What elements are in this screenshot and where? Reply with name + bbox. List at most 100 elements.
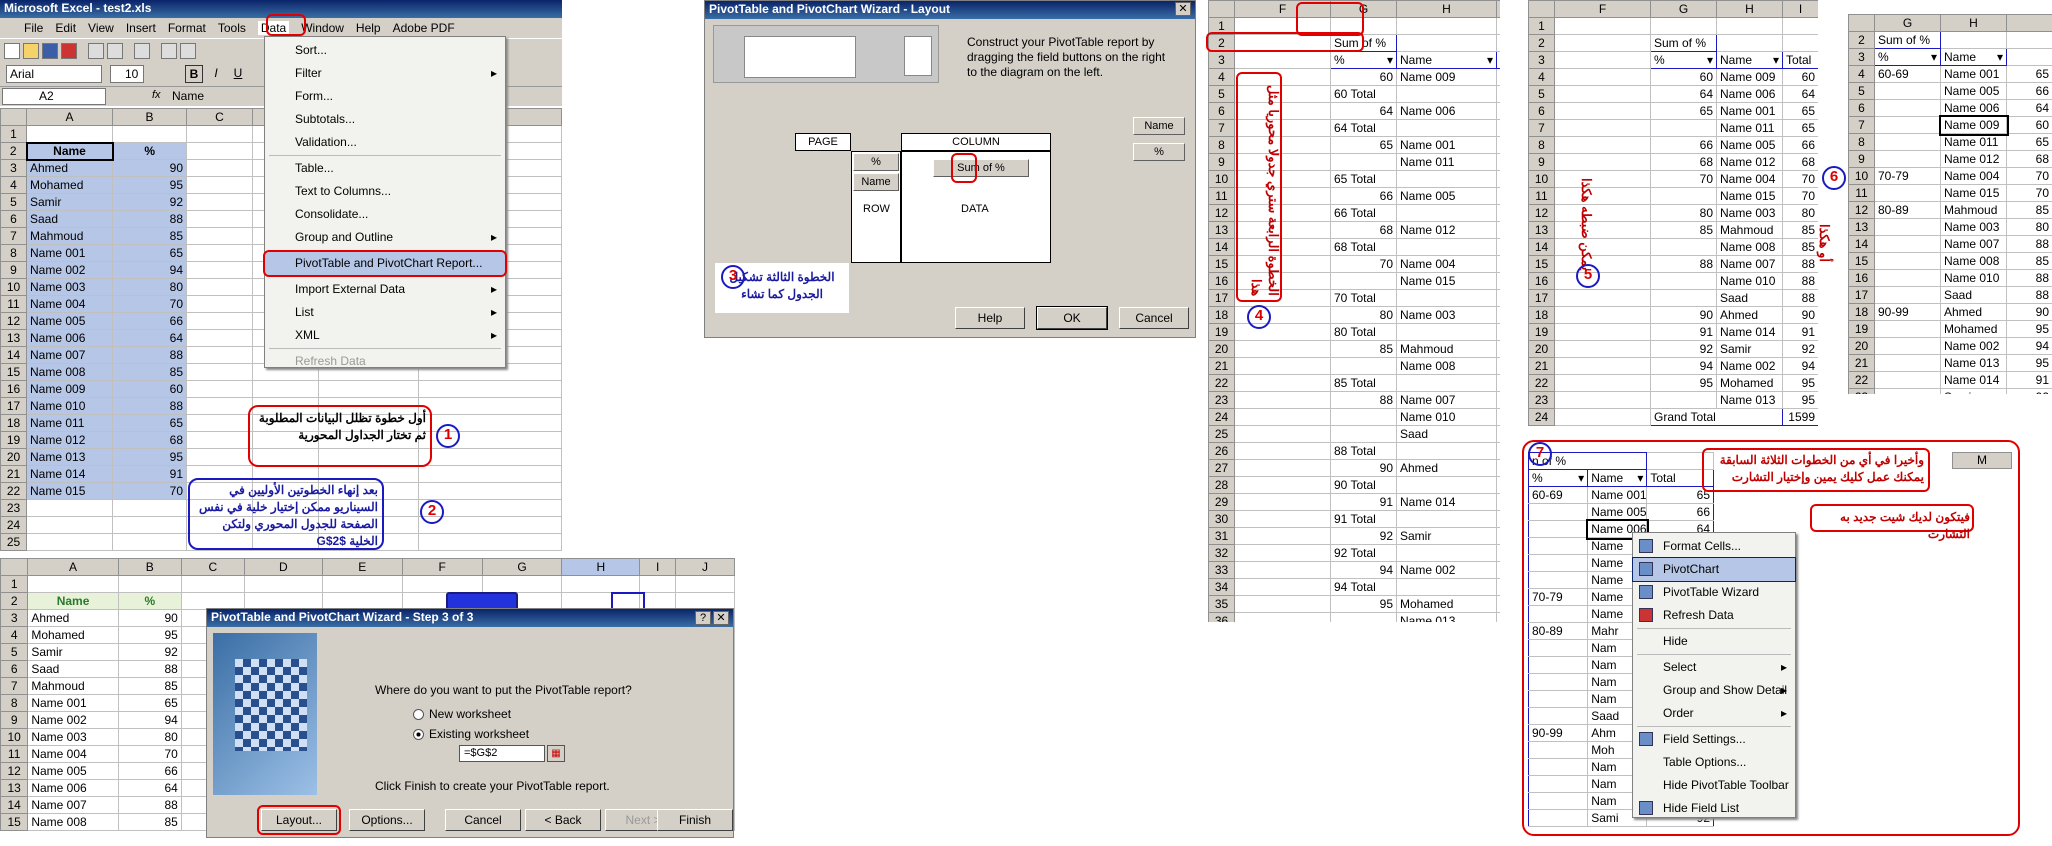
cell[interactable]	[1528, 758, 1589, 776]
back-button[interactable]: < Back	[525, 809, 601, 831]
cell[interactable]	[186, 159, 253, 177]
cell[interactable]	[1396, 323, 1497, 341]
pivot-field-pct[interactable]: % ▾	[1874, 48, 1941, 66]
cell[interactable]: 66 Total	[1330, 204, 1397, 222]
cell[interactable]: Name 004	[26, 295, 113, 313]
cell[interactable]	[1396, 544, 1497, 562]
row-header[interactable]: 5	[0, 643, 29, 661]
cell[interactable]	[1554, 323, 1651, 341]
col-header[interactable]: E	[321, 558, 403, 576]
cell[interactable]: 88	[1782, 272, 1818, 290]
row-header[interactable]: 6	[0, 210, 27, 228]
cell[interactable]: Name 006	[1396, 102, 1497, 120]
cell[interactable]: 80	[1330, 306, 1397, 324]
cell[interactable]: 70 Total	[1330, 289, 1397, 307]
cell[interactable]: Ahmed	[1940, 303, 2007, 321]
context-menu-item[interactable]: Field Settings...	[1633, 728, 1795, 751]
cell[interactable]	[1528, 520, 1589, 538]
underline-button[interactable]: U	[229, 65, 247, 83]
cell[interactable]: 70	[1782, 170, 1818, 188]
row-header[interactable]: 14	[1848, 235, 1875, 253]
row-header[interactable]: 25	[1208, 425, 1235, 443]
col-header[interactable]: B	[112, 108, 187, 126]
cell[interactable]: Samir	[26, 193, 113, 211]
cell[interactable]	[481, 575, 563, 593]
cell[interactable]: Mahmoud	[26, 227, 113, 245]
row-header[interactable]: 10	[0, 728, 29, 746]
cell[interactable]	[26, 516, 113, 534]
context-menu-item[interactable]: Hide Field List	[1633, 797, 1795, 820]
cell[interactable]: Name 005	[27, 762, 119, 780]
cell[interactable]: 92	[1782, 340, 1818, 358]
cell[interactable]: 68	[1496, 238, 1500, 256]
row-header[interactable]: 20	[1528, 340, 1555, 358]
cell[interactable]	[26, 499, 113, 517]
cut-icon[interactable]	[161, 43, 177, 59]
cell[interactable]: 65	[1782, 102, 1818, 120]
cell[interactable]	[1874, 388, 1941, 394]
cell[interactable]: 94	[1496, 561, 1500, 579]
cell[interactable]: 65	[1496, 153, 1500, 171]
cell[interactable]: Mohamed	[1396, 595, 1497, 613]
cell[interactable]: 65	[1330, 136, 1397, 154]
data-menu-item[interactable]: PivotTable and PivotChart Report...	[263, 250, 507, 277]
col-header[interactable]: H	[1716, 0, 1783, 18]
cell[interactable]: 91	[1330, 493, 1397, 511]
cell[interactable]	[1396, 119, 1497, 137]
row-header[interactable]: 16	[1528, 272, 1555, 290]
row-header[interactable]: 13	[1848, 218, 1875, 236]
cell[interactable]: 95	[1650, 374, 1717, 392]
page-area[interactable]: PAGE	[795, 133, 851, 151]
cell[interactable]: 68 Total	[1330, 238, 1397, 256]
cell[interactable]: Ahmed	[26, 159, 113, 177]
cell[interactable]	[243, 592, 323, 610]
cell[interactable]	[1940, 31, 2007, 49]
row-header[interactable]: 5	[1528, 85, 1555, 103]
dropdown-icon[interactable]: ▾	[1931, 50, 1937, 64]
row-header[interactable]: 7	[0, 677, 29, 695]
cell[interactable]: 70	[1496, 255, 1500, 273]
cell[interactable]: %	[117, 592, 182, 610]
cell[interactable]: Name 008	[1716, 238, 1783, 256]
cell[interactable]: Name 007	[1396, 391, 1497, 409]
cell[interactable]: 95	[1496, 612, 1500, 622]
cell[interactable]: 95	[112, 448, 187, 466]
cell[interactable]: 95	[1782, 374, 1818, 392]
cell[interactable]	[1650, 391, 1717, 409]
cell[interactable]: 88	[2006, 286, 2052, 304]
cell[interactable]: 68	[112, 431, 187, 449]
row-header[interactable]: 11	[1848, 184, 1875, 202]
cell[interactable]	[1554, 391, 1651, 409]
cell[interactable]: Name	[25, 141, 114, 161]
row-header[interactable]: 24	[1208, 408, 1235, 426]
row-header[interactable]: 19	[0, 431, 27, 449]
cell[interactable]	[1554, 238, 1651, 256]
cell[interactable]	[321, 592, 403, 610]
cell[interactable]: 92	[117, 643, 182, 661]
row-header[interactable]: 4	[1208, 68, 1235, 86]
cell[interactable]: 80-89	[1874, 201, 1941, 219]
cell[interactable]: 85	[1650, 221, 1717, 239]
cell[interactable]	[1554, 187, 1651, 205]
pivot-data-header[interactable]: Sum of %	[1874, 31, 1941, 49]
step3-help-icon[interactable]: ?	[695, 611, 711, 625]
pivot-field-pct[interactable]: % ▾	[1650, 51, 1717, 69]
dropdown-icon[interactable]: ▾	[1637, 471, 1643, 485]
data-menu-item[interactable]: Sort...	[265, 39, 505, 62]
cell[interactable]: 85	[1330, 340, 1397, 358]
cell[interactable]: 64	[1782, 85, 1818, 103]
cell[interactable]	[186, 125, 253, 143]
cell[interactable]: 70	[117, 745, 182, 763]
cell[interactable]	[186, 193, 253, 211]
cell[interactable]: 94	[1782, 357, 1818, 375]
row-header[interactable]: 8	[1528, 136, 1555, 154]
data-menu-item[interactable]: Group and Outline ▸	[265, 226, 505, 249]
data-menu-item[interactable]: Text to Columns...	[265, 180, 505, 203]
cell[interactable]: 65	[117, 694, 182, 712]
cell[interactable]: 60	[1650, 68, 1717, 86]
cell[interactable]: Saad	[27, 660, 119, 678]
row-header[interactable]: 3	[0, 159, 27, 177]
row-header[interactable]: 36	[1208, 612, 1235, 622]
cell[interactable]: 65	[112, 414, 187, 432]
row-header[interactable]: 19	[1528, 323, 1555, 341]
